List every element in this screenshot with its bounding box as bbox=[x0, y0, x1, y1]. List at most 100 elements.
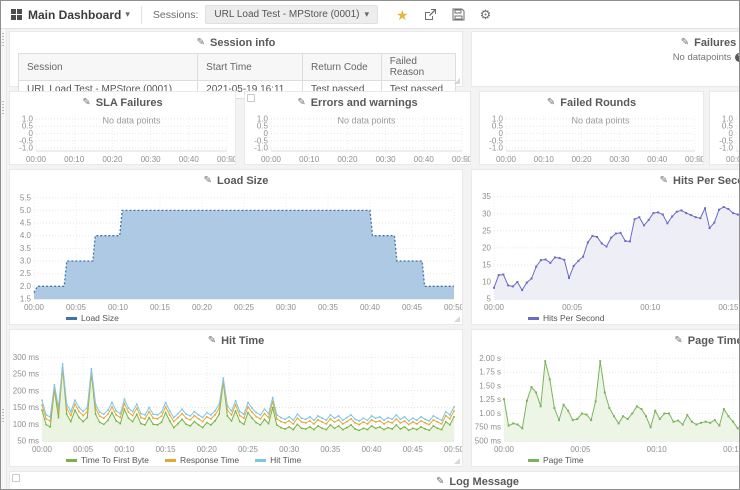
export-icon[interactable] bbox=[424, 8, 437, 21]
svg-text:300 ms: 300 ms bbox=[13, 353, 39, 362]
legend-item[interactable]: Hits Per Second bbox=[528, 313, 604, 323]
svg-text:1.50 s: 1.50 s bbox=[479, 381, 501, 390]
svg-text:00:30: 00:30 bbox=[609, 155, 630, 164]
left-splitter-rail[interactable] bbox=[1, 29, 7, 489]
svg-text:-1.0: -1.0 bbox=[254, 144, 268, 153]
svg-text:00:05: 00:05 bbox=[73, 445, 94, 454]
edit-icon[interactable]: ✎ bbox=[674, 336, 682, 346]
panel-drag-icon[interactable] bbox=[247, 94, 255, 102]
edit-icon[interactable]: ✎ bbox=[208, 336, 216, 346]
svg-text:00:10: 00:10 bbox=[108, 303, 129, 312]
sla-failures-panel: ✎ SLA Failures 1.0 0.5 0 -0.5 -1.0 00:00 00:10 0… bbox=[9, 91, 236, 165]
legend-item[interactable]: Time To First Byte bbox=[66, 455, 149, 465]
legend-item[interactable]: Page Time bbox=[528, 455, 584, 465]
svg-text:00:10: 00:10 bbox=[647, 445, 668, 454]
svg-text:00:15: 00:15 bbox=[723, 445, 740, 454]
edit-icon[interactable]: ✎ bbox=[204, 176, 212, 186]
clipped-chart: 1.00.50-0.5-1.000:0000:1000:2000:3000:40… bbox=[710, 111, 739, 164]
svg-text:00:10: 00:10 bbox=[640, 303, 661, 312]
legend-swatch bbox=[66, 458, 77, 462]
col-session: Session bbox=[17, 53, 199, 81]
sessions-label: Sessions: bbox=[152, 8, 199, 21]
panel-drag-icon[interactable] bbox=[12, 474, 20, 482]
svg-text:00:30: 00:30 bbox=[141, 155, 162, 164]
svg-text:No data points: No data points bbox=[102, 116, 161, 126]
hits-per-second-panel: ✎Hits Per Second 510152025303500:0000:05… bbox=[471, 169, 739, 325]
svg-text:00:15: 00:15 bbox=[150, 303, 171, 312]
table-header-row: Session Start Time Return Code Failed Re… bbox=[17, 53, 457, 81]
svg-text:00:00: 00:00 bbox=[261, 155, 282, 164]
svg-text:00:05: 00:05 bbox=[570, 445, 591, 454]
svg-text:00:40: 00:40 bbox=[360, 303, 381, 312]
svg-text:00:50: 00:50 bbox=[217, 155, 235, 164]
edit-icon[interactable]: ✎ bbox=[82, 98, 90, 108]
failed-rounds-panel: ✎ Failed Rounds 1.0 0.5 0 -0.5 -1.0 00:00 00:10… bbox=[479, 91, 704, 165]
svg-text:4.5: 4.5 bbox=[20, 219, 32, 228]
svg-text:00:30: 00:30 bbox=[276, 303, 297, 312]
failed-rounds-chart: 1.0 0.5 0 -0.5 -1.0 00:00 00:10 00:20 00:30 00:40… bbox=[480, 111, 703, 164]
dashboard-selector[interactable]: Main Dashboard ▾ bbox=[28, 8, 130, 22]
svg-text:00:45: 00:45 bbox=[402, 303, 423, 312]
col-start-time: Start Time bbox=[197, 53, 304, 81]
chevron-down-icon: ▾ bbox=[364, 9, 370, 19]
edit-icon[interactable]: ✎ bbox=[547, 98, 555, 108]
panel-title: Errors and warnings bbox=[310, 97, 418, 109]
edit-icon[interactable]: ✎ bbox=[436, 477, 444, 487]
sla-failures-chart: 1.0 0.5 0 -0.5 -1.0 00:00 00:10 00:20 00:30 00:40… bbox=[10, 111, 235, 164]
no-datapoints-text: No datapoints bbox=[672, 52, 732, 63]
svg-text:10: 10 bbox=[482, 278, 491, 287]
svg-text:00:10: 00:10 bbox=[534, 155, 555, 164]
favorite-star-icon[interactable]: ★ bbox=[396, 8, 409, 22]
hits-per-second-legend: Hits Per Second bbox=[472, 312, 739, 324]
svg-text:00:40: 00:40 bbox=[414, 155, 435, 164]
svg-text:00:00: 00:00 bbox=[484, 303, 505, 312]
help-icon[interactable]: ? bbox=[735, 53, 739, 62]
col-return-code: Return Code bbox=[302, 53, 382, 81]
svg-text:00:45: 00:45 bbox=[403, 445, 424, 454]
legend-item[interactable]: Load Size bbox=[66, 313, 119, 323]
svg-text:00:20: 00:20 bbox=[192, 303, 213, 312]
legend-swatch bbox=[528, 316, 539, 320]
legend-swatch bbox=[255, 458, 267, 462]
svg-text:00:10: 00:10 bbox=[64, 155, 85, 164]
page-time-legend: Page Time bbox=[472, 454, 739, 466]
edit-icon[interactable]: ✎ bbox=[197, 38, 205, 48]
svg-text:00:20: 00:20 bbox=[197, 445, 218, 454]
settings-gear-icon[interactable]: ⚙ bbox=[480, 8, 493, 21]
panel-title: Load Size bbox=[217, 175, 269, 187]
svg-text:4.0: 4.0 bbox=[20, 231, 32, 240]
load-size-chart: 1.5 2.0 2.5 3.0 3.5 4.0 4.5 5.0 5.5 00:00 00:05 00:… bbox=[10, 189, 462, 312]
svg-text:2.00 s: 2.00 s bbox=[479, 354, 501, 363]
session-selector-dropdown[interactable]: URL Load Test - MPStore (0001) ▾ bbox=[205, 5, 379, 24]
svg-text:00:00: 00:00 bbox=[24, 303, 45, 312]
edit-icon[interactable]: ✎ bbox=[660, 176, 668, 186]
svg-text:00:40: 00:40 bbox=[179, 155, 200, 164]
svg-text:00:05: 00:05 bbox=[66, 303, 87, 312]
svg-text:00:00: 00:00 bbox=[496, 155, 517, 164]
svg-text:00:25: 00:25 bbox=[238, 445, 259, 454]
svg-text:35: 35 bbox=[482, 192, 491, 201]
hits-per-second-chart: 510152025303500:0000:0500:1000:1500:2000… bbox=[472, 189, 739, 312]
hit-time-panel: ✎ Hit Time 50 ms 100 ms 150 ms 200 ms 250 ms 3… bbox=[9, 329, 463, 467]
dashboard-grid-icon bbox=[11, 9, 22, 20]
svg-text:-1.0: -1.0 bbox=[489, 144, 503, 153]
svg-text:00:10: 00:10 bbox=[114, 445, 135, 454]
save-icon[interactable] bbox=[452, 8, 465, 21]
svg-text:5.0: 5.0 bbox=[20, 206, 32, 215]
panel-title: Failures bbox=[694, 37, 737, 49]
svg-text:No data points: No data points bbox=[571, 116, 630, 126]
legend-item[interactable]: Response Time bbox=[165, 455, 239, 465]
legend-item[interactable]: Hit Time bbox=[255, 455, 301, 465]
svg-text:00:50: 00:50 bbox=[444, 303, 462, 312]
edit-icon[interactable]: ✎ bbox=[297, 98, 305, 108]
edit-icon[interactable]: ✎ bbox=[681, 38, 689, 48]
svg-text:00:30: 00:30 bbox=[279, 445, 300, 454]
page-time-panel: ✎ Page Time 500 ms 750 ms 1.00 s 1.25 s 1.50 … bbox=[471, 329, 740, 467]
svg-text:30: 30 bbox=[482, 209, 491, 218]
log-message-panel: ✎ Log Message bbox=[9, 471, 739, 489]
svg-text:-1.0: -1.0 bbox=[719, 144, 733, 153]
svg-text:00:10: 00:10 bbox=[299, 155, 320, 164]
dashboard-window: Main Dashboard ▾ Sessions: URL Load Test… bbox=[0, 0, 740, 490]
hit-time-chart: 50 ms 100 ms 150 ms 200 ms 250 ms 300 ms 00:00… bbox=[10, 349, 462, 454]
svg-text:00:40: 00:40 bbox=[647, 155, 668, 164]
